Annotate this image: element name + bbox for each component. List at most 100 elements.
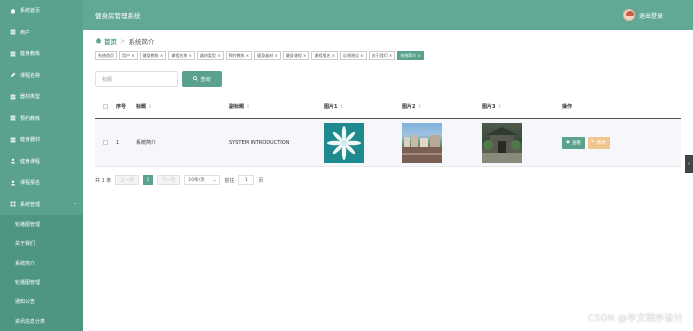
goto-suffix: 页	[258, 177, 264, 184]
sidebar-item-equipment-types[interactable]: 器材类型	[0, 86, 83, 108]
sidebar-item-enrollment[interactable]: 课程报名	[0, 172, 83, 194]
pager-total: 共 1 条	[95, 177, 112, 184]
view-button[interactable]: ◉ 查看	[562, 136, 585, 149]
breadcrumb-separator: >	[120, 37, 126, 45]
sidebar-item-coaches[interactable]: 健身教练	[0, 43, 83, 65]
tab-tags-bar: 系统首页 用户 × 健身教练 × 课程名称 × 器材类型 × 预约教练 × 健身…	[95, 51, 424, 60]
tag-about[interactable]: 关于我们 ×	[368, 51, 396, 60]
app-title: 健身房管理系统	[95, 12, 141, 20]
sidebar-item-label: 健身课程	[20, 158, 41, 165]
sidebar-item-label: 预约教练	[20, 115, 41, 122]
cell-title: 系统简介	[136, 140, 157, 146]
tag-home[interactable]: 系统首页	[95, 51, 117, 60]
col-header-img3[interactable]: 图片3	[482, 104, 495, 110]
col-header-title[interactable]: 标题	[136, 104, 146, 110]
sidebar-item-label: 用户	[20, 29, 31, 36]
sidebar-subitem-notices[interactable]: 通知公告	[0, 292, 83, 312]
sidebar-item-label: 课程名称	[20, 72, 41, 79]
sidebar: 系统首页 用户 健身教练 课程名称 器材类型 预约教练 健身器材 健身课程 课程…	[0, 0, 83, 331]
tag-enrollment[interactable]: 课程报名 ×	[311, 51, 338, 60]
pagination: 共 1 条 上一页 1 下一页 10条/页 ⌄ 前往 1 页	[95, 175, 263, 185]
select-all-checkbox[interactable]	[102, 104, 108, 109]
search-button-label: 查询	[200, 76, 211, 83]
search-button[interactable]: 查询	[182, 71, 222, 87]
sidebar-subitem-carousel[interactable]: 轮播图管理	[0, 215, 83, 235]
page-size-select[interactable]: 10条/页 ⌄	[184, 175, 221, 185]
sort-icon[interactable]: ⇕	[417, 104, 421, 110]
page-size-value: 10条/页	[188, 178, 205, 183]
menu-icon	[10, 94, 16, 100]
tag-feedback[interactable]: 反馈建议 ×	[340, 51, 367, 60]
col-header-img1[interactable]: 图片1	[324, 104, 337, 110]
edit-button-label: 修改	[596, 140, 606, 146]
sidebar-item-label: 系统管理	[20, 201, 41, 208]
menu-icon	[10, 201, 16, 207]
sidebar-item-label: 系统首页	[20, 8, 41, 15]
breadcrumb-home-label: 首页	[104, 38, 117, 46]
sidebar-item-users[interactable]: 用户	[0, 22, 83, 44]
table-row[interactable]: 1 系统简介 SYSTEM INTRODUCTION ◉ 查看 ✎ 修改	[95, 119, 681, 167]
sidebar-subitem-carousel-2[interactable]: 轮播图管理	[0, 272, 83, 293]
sidebar-subitem-label: 通知公告	[15, 299, 36, 306]
goto-page-input[interactable]: 1	[238, 175, 255, 185]
tag-course-names[interactable]: 课程名称 ×	[168, 51, 195, 60]
tag-equipment[interactable]: 健身器材 ×	[254, 51, 281, 60]
sort-icon[interactable]: ⇕	[497, 104, 501, 110]
sidebar-item-courses[interactable]: 健身课程	[0, 151, 83, 173]
prev-page-button[interactable]: 上一页	[115, 175, 139, 185]
sidebar-subitem-label: 资讯信息分类	[15, 318, 46, 325]
home-icon	[95, 37, 102, 46]
sidebar-item-home[interactable]: 系统首页	[0, 0, 83, 22]
row-image-2[interactable]	[402, 122, 442, 163]
tag-book-coach[interactable]: 预约教练 ×	[225, 51, 253, 60]
chevron-down-icon: ⌄	[212, 177, 217, 183]
view-button-label: 查看	[571, 140, 581, 146]
sidebar-item-label: 器材类型	[20, 94, 41, 101]
edit-button[interactable]: ✎ 修改	[587, 136, 610, 149]
sidebar-item-course-names[interactable]: 课程名称	[0, 65, 83, 87]
sidebar-subitem-label: 轮播图管理	[15, 280, 41, 287]
next-page-button[interactable]: 下一页	[156, 175, 181, 185]
tag-coaches[interactable]: 健身教练 ×	[139, 51, 167, 60]
breadcrumb-home[interactable]: 首页	[95, 36, 117, 46]
sidebar-subitem-label: 轮播图管理	[15, 222, 41, 229]
col-header-img2[interactable]: 图片2	[402, 104, 415, 110]
tag-system-intro[interactable]: 系统简介 ×	[397, 51, 424, 60]
cell-no: 1	[116, 139, 120, 146]
tag-users[interactable]: 用户 ×	[119, 51, 138, 60]
sort-icon[interactable]: ⇕	[339, 104, 343, 110]
page-number-1[interactable]: 1	[142, 175, 153, 185]
sidebar-item-system[interactable]: 系统管理 ⌃	[0, 194, 83, 216]
sidebar-subitem-about[interactable]: 关于我们	[0, 234, 83, 254]
sidebar-item-label: 健身器材	[20, 137, 41, 144]
sidebar-item-equipment[interactable]: 健身器材	[0, 129, 83, 151]
sidebar-subitem-system-intro[interactable]: 系统简介	[0, 253, 83, 273]
logout-link[interactable]: 退出登录	[639, 11, 663, 20]
eye-icon: ◉	[566, 140, 570, 145]
search-input[interactable]: 标题	[95, 71, 178, 87]
data-table: 序号 标题 ⇕ 副标题 ⇕ 图片1 ⇕ 图片2 ⇕ 图片3 ⇕ 操作 1 系统简介 SYS…	[95, 95, 681, 167]
sidebar-subitem-news-category[interactable]: 资讯信息分类	[0, 311, 83, 331]
tag-equipment-types[interactable]: 器材类型 ×	[196, 51, 224, 60]
sort-icon[interactable]: ⇕	[246, 104, 250, 110]
row-checkbox[interactable]	[102, 140, 108, 145]
user-icon	[10, 180, 16, 186]
chevron-up-icon: ⌃	[73, 201, 77, 207]
cell-subtitle: SYSTEM INTRODUCTION	[229, 139, 290, 146]
col-header-subtitle[interactable]: 副标题	[229, 104, 244, 110]
user-icon	[10, 158, 16, 164]
tag-courses[interactable]: 健身课程 ×	[282, 51, 310, 60]
sort-icon[interactable]: ⇕	[148, 104, 152, 110]
sidebar-subitem-label: 系统简介	[15, 260, 36, 267]
top-header: 健身房管理系统 退出登录	[83, 0, 693, 30]
avatar[interactable]	[622, 9, 635, 21]
row-image-1[interactable]	[324, 122, 364, 163]
col-header-no: 序号	[116, 104, 127, 110]
row-image-3[interactable]	[482, 122, 522, 163]
sidebar-item-book-coach[interactable]: 预约教练	[0, 108, 83, 130]
user-menu[interactable]: 退出登录	[622, 9, 663, 21]
edit-icon	[10, 72, 16, 78]
breadcrumb: 首页 > 系统简介	[95, 36, 154, 46]
breadcrumb-current: 系统简介	[128, 38, 155, 46]
side-panel-toggle[interactable]: ‹	[685, 155, 693, 173]
